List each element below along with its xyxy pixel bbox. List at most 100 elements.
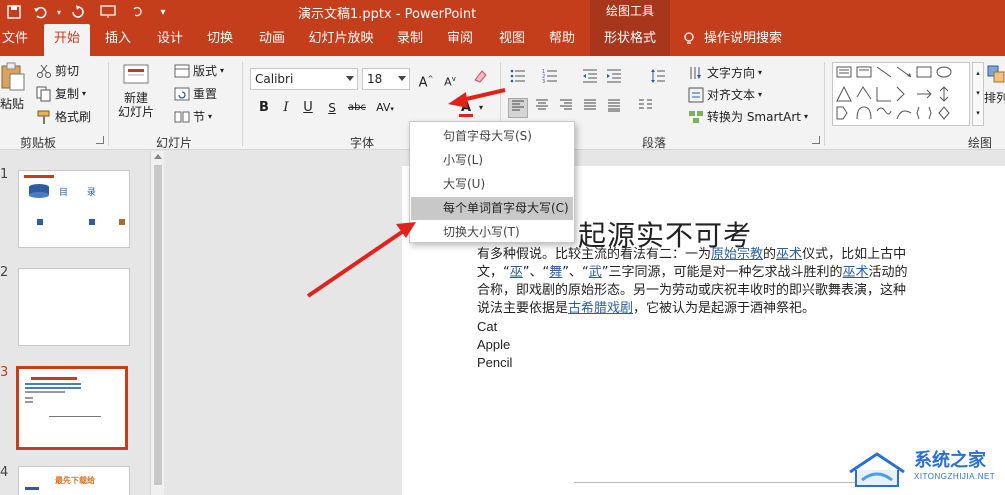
font-color-icon[interactable]: A (456, 98, 476, 118)
slide-thumbnail-1[interactable]: 目 录 (18, 170, 130, 248)
body-link[interactable]: 原始宗教 (711, 247, 763, 262)
font-group-label: 字体 (350, 136, 375, 150)
chevron-down-icon: ▾ (758, 68, 763, 77)
menu-item-toggle-case[interactable]: 切换大小写(T) (411, 221, 573, 244)
tab-record[interactable]: 录制 (390, 24, 430, 56)
align-right-icon[interactable] (556, 98, 576, 118)
body-link[interactable]: 巫 (510, 265, 523, 280)
watermark: 系统之家 XITONGZHIJIA.NET (840, 442, 1005, 495)
paste-button[interactable]: 粘贴 (0, 62, 26, 112)
scroll-up-icon[interactable] (154, 154, 162, 159)
undo-dropdown-icon[interactable]: ▾ (49, 3, 69, 21)
tab-animations[interactable]: 动画 (252, 24, 292, 56)
save-icon[interactable] (4, 3, 24, 21)
align-left-icon[interactable] (508, 98, 528, 118)
menu-item-uppercase[interactable]: 大写(U) (411, 173, 573, 196)
bold-icon[interactable]: B (254, 98, 274, 118)
group-divider (108, 62, 109, 146)
decrease-font-icon[interactable]: Av (440, 69, 460, 89)
body-link[interactable]: 巫术 (843, 265, 869, 280)
body-link[interactable]: 古希腊戏剧 (568, 301, 633, 316)
tell-me-search[interactable]: 操作说明搜索 (702, 24, 784, 56)
menu-item-lowercase[interactable]: 小写(L) (411, 149, 573, 172)
body-link[interactable]: 武 (589, 265, 602, 280)
body-link[interactable]: 巫术 (776, 247, 802, 262)
paste-label: 粘贴 (0, 97, 25, 111)
tab-help[interactable]: 帮助 (542, 24, 582, 56)
tab-view[interactable]: 视图 (492, 24, 532, 56)
slide-thumbnail-4[interactable]: 最先下载给 (18, 466, 130, 495)
smartart-icon (689, 110, 703, 123)
italic-icon[interactable]: I (276, 98, 296, 118)
cut-button[interactable]: 剪切 (36, 62, 79, 79)
tab-transitions[interactable]: 切换 (200, 24, 240, 56)
strikethrough-icon[interactable]: abc (345, 98, 369, 118)
drawing-group-label: 绘图 (968, 136, 993, 150)
tab-shape-format[interactable]: 形状格式 (590, 24, 670, 56)
reset-button[interactable]: 重置 (174, 85, 217, 102)
increase-indent-icon[interactable] (604, 68, 624, 88)
scroll-thumb[interactable] (154, 165, 162, 485)
copy-label: 复制 (55, 87, 80, 101)
undo-icon[interactable] (30, 3, 50, 21)
text-direction-button[interactable]: 文字方向 ▾ (688, 64, 762, 81)
tab-home[interactable]: 开始 (44, 24, 90, 56)
tab-file[interactable]: 文件 (0, 24, 30, 56)
section-icon (174, 111, 190, 122)
paragraph-launcher-icon[interactable] (812, 136, 820, 144)
decrease-indent-icon[interactable] (580, 68, 600, 88)
copy-dropdown-icon[interactable]: ▾ (82, 89, 86, 98)
customize-icon[interactable] (128, 3, 148, 21)
character-spacing-icon[interactable]: AV▾ (372, 98, 398, 118)
layout-icon (174, 64, 190, 77)
body-link[interactable]: 舞 (549, 265, 562, 280)
underline-icon[interactable]: U (298, 98, 318, 118)
tab-review[interactable]: 审阅 (440, 24, 480, 56)
slide-thumbnail-3[interactable] (16, 366, 128, 450)
tab-design[interactable]: 设计 (150, 24, 190, 56)
format-painter-button[interactable]: 格式刷 (36, 108, 91, 125)
slide-body-text[interactable]: 有多种假说。比较主流的看法有二：一为原始宗教的巫术仪式，比如上古中文，“巫”、“… (477, 246, 912, 372)
distributed-icon[interactable] (604, 98, 624, 118)
font-color-dropdown-icon[interactable]: ▾ (476, 98, 486, 118)
numbering-icon[interactable]: 123 (540, 68, 560, 88)
columns-icon[interactable] (636, 98, 656, 118)
paragraph-group-label: 段落 (642, 136, 667, 150)
slide-thumbnail-2[interactable] (18, 268, 130, 346)
shapes-gallery[interactable] (832, 62, 970, 126)
justify-icon[interactable] (580, 98, 600, 118)
slide-number: 1 (0, 167, 9, 182)
increase-font-icon[interactable]: A^ (416, 69, 436, 90)
menu-item-sentence-case[interactable]: 句首字母大写(S) (411, 125, 573, 148)
bullets-icon[interactable] (508, 68, 528, 88)
align-text-button[interactable]: 对齐文本 ▾ (688, 86, 762, 103)
arrange-button[interactable]: 排列 (984, 64, 1005, 106)
watermark-subtitle: XITONGZHIJIA.NET (914, 472, 996, 481)
smartart-button[interactable]: 转换为 SmartArt ▾ (688, 108, 808, 125)
body-text: ”、“ (522, 265, 550, 280)
clipboard-launcher-icon[interactable] (96, 136, 104, 144)
copy-button[interactable]: 复制 ▾ (36, 85, 86, 102)
align-center-icon[interactable] (532, 98, 552, 118)
line-spacing-icon[interactable] (648, 68, 668, 88)
presentation-icon[interactable] (98, 3, 118, 21)
panel-scrollbar[interactable] (150, 151, 164, 495)
list-item: Pencil (477, 355, 513, 370)
redo-icon[interactable] (68, 3, 88, 21)
new-slide-icon (123, 64, 149, 84)
font-size-combo[interactable]: 18 (362, 68, 410, 90)
layout-dropdown-icon: ▾ (220, 66, 225, 75)
menu-item-capitalize-each-word[interactable]: 每个单词首字母大写(C) (411, 197, 573, 220)
section-button[interactable]: 节 ▾ (174, 108, 212, 125)
layout-button[interactable]: 版式 ▾ (174, 62, 224, 79)
gallery-scroll[interactable]: ▴ ▾ ▾ (972, 62, 984, 126)
slide-thumbnails-panel: 1 目 录 2 3 4 最先下载给 (0, 151, 150, 495)
new-slide-button[interactable]: 新建 幻灯片 (118, 62, 154, 119)
clear-formatting-icon[interactable] (470, 68, 490, 88)
quick-access-more-icon[interactable]: ▾ (153, 3, 173, 21)
font-name-combo[interactable]: Calibri (250, 68, 358, 90)
tab-slideshow[interactable]: 幻灯片放映 (306, 24, 376, 56)
tab-insert[interactable]: 插入 (98, 24, 138, 56)
copy-icon (36, 86, 51, 101)
shadow-icon[interactable]: S (322, 98, 342, 118)
